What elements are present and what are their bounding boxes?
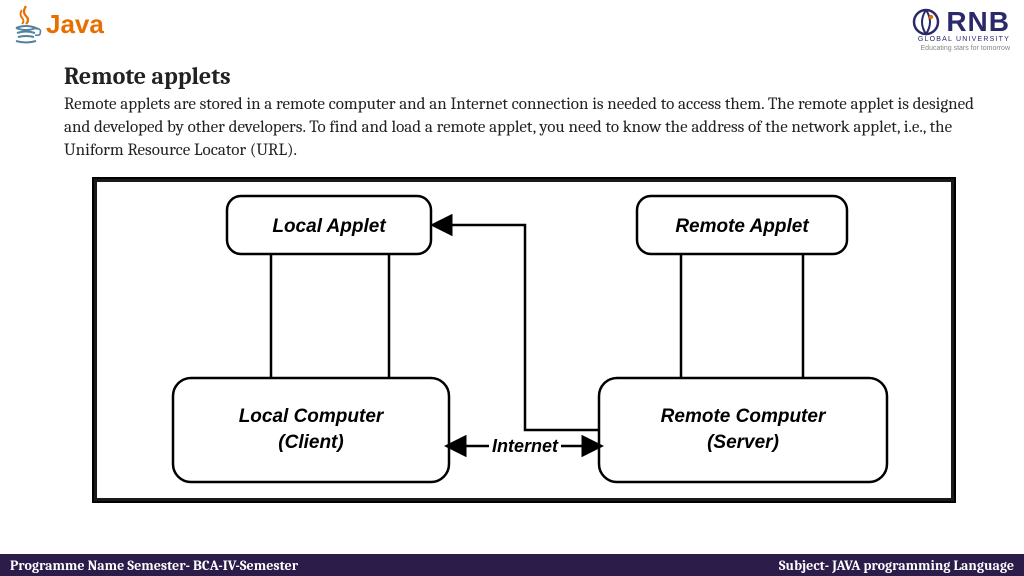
diagram-remote-computer-l1: Remote Computer [661,406,827,427]
rnb-logo: RNB GLOBAL UNIVERSITY Educating stars fo… [912,6,1010,52]
diagram-local-computer-l1: Local Computer [239,406,385,427]
java-logo-text: Java [46,9,104,40]
content: Remote applets Remote applets are stored… [0,62,1024,503]
body-text: Remote applets are stored in a remote co… [64,94,984,163]
footer-right: Subject- JAVA programming Language [779,557,1014,574]
footer: Programme Name Semester- BCA-IV-Semester… [0,554,1024,576]
page-title: Remote applets [64,62,984,90]
rnb-logo-text: RNB [946,6,1010,38]
diagram-remote-applet: Remote Applet [675,216,809,237]
diagram-local-computer-l2: (Client) [278,432,343,453]
footer-left: Programme Name Semester- BCA-IV-Semester [10,557,298,574]
java-logo: Java [10,4,104,44]
header: Java RNB GLOBAL UNIVERSITY Educating sta… [0,0,1024,60]
diagram: Local Applet Remote Applet Local Compute… [92,177,956,503]
rnb-logo-tag: Educating stars for tomorrow [912,45,1010,52]
rnb-icon [912,8,940,36]
java-cup-icon [10,4,42,44]
diagram-remote-computer-l2: (Server) [707,432,779,453]
rnb-logo-sub: GLOBAL UNIVERSITY [912,36,1010,43]
diagram-local-applet: Local Applet [272,216,386,237]
diagram-internet: Internet [492,436,559,456]
